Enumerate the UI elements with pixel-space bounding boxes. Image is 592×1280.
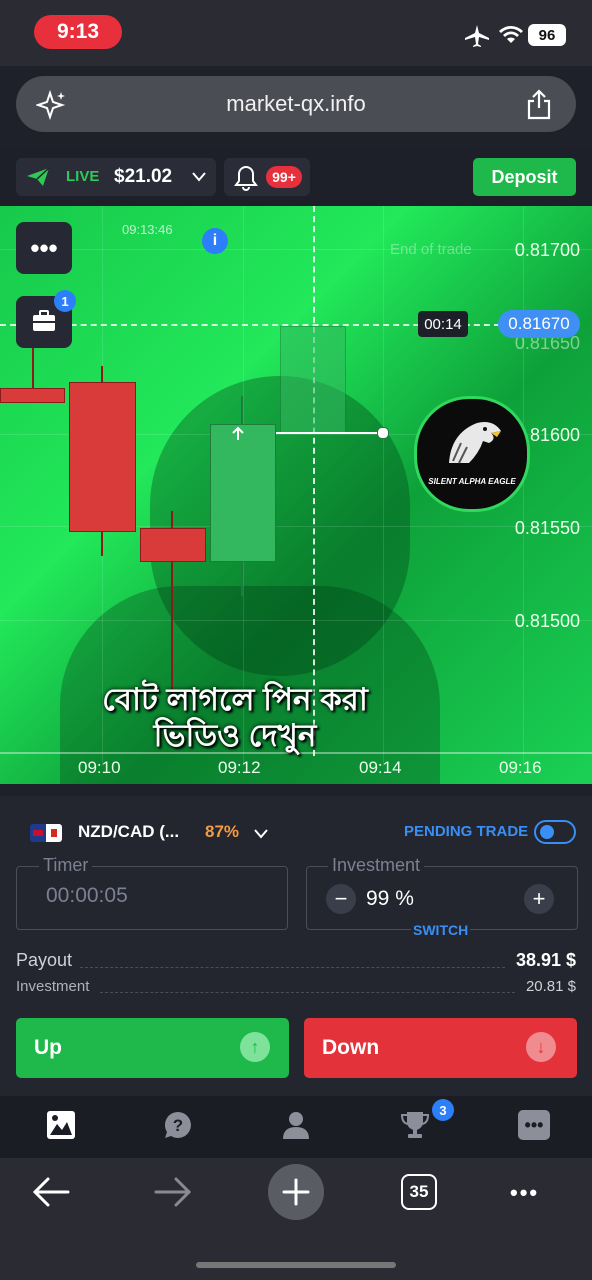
up-label: Up bbox=[34, 1036, 62, 1059]
price-label: 0.81550 bbox=[514, 518, 580, 538]
price-label: 0.81500 bbox=[514, 611, 580, 631]
plus-icon: + bbox=[532, 886, 546, 911]
dotted-leader bbox=[80, 966, 505, 968]
help-icon[interactable]: ? bbox=[163, 1110, 193, 1140]
grid-line bbox=[523, 206, 524, 766]
eagle-logo-watermark: SILENT ALPHA EAGLE bbox=[414, 396, 530, 512]
chevron-down-icon bbox=[254, 829, 268, 839]
time-tick: 09:16 bbox=[499, 758, 542, 777]
toggle-knob bbox=[540, 825, 554, 839]
time-tick: 09:10 bbox=[78, 758, 121, 777]
deposit-button[interactable]: Deposit bbox=[473, 158, 576, 196]
new-tab-button[interactable] bbox=[268, 1164, 324, 1220]
down-button[interactable]: Down ↓ bbox=[304, 1018, 577, 1078]
investment-label: Investment bbox=[328, 855, 425, 876]
price-label: 0.81700 bbox=[514, 240, 580, 260]
tabs-button[interactable]: 35 bbox=[401, 1174, 437, 1210]
svg-text:?: ? bbox=[173, 1116, 183, 1135]
end-of-trade-label: End of trade bbox=[390, 241, 472, 258]
browser-more-icon[interactable]: ••• bbox=[510, 1180, 539, 1206]
timer-value[interactable]: 00:00:05 bbox=[46, 884, 128, 908]
account-selector[interactable]: LIVE $21.02 bbox=[16, 158, 216, 196]
candle-red bbox=[69, 382, 136, 532]
plus-button[interactable]: + bbox=[524, 884, 554, 914]
switch-button[interactable]: SWITCH bbox=[411, 922, 471, 938]
account-mode: LIVE bbox=[66, 168, 100, 185]
url-text[interactable]: market-qx.info bbox=[16, 76, 576, 132]
minus-button[interactable]: − bbox=[326, 884, 356, 914]
notifications-badge: 99+ bbox=[266, 166, 302, 188]
wifi-icon bbox=[499, 26, 523, 43]
pair-name: NZD/CAD (... bbox=[78, 822, 180, 841]
grid-line bbox=[0, 249, 592, 250]
grid-line bbox=[0, 620, 592, 621]
bell-icon bbox=[234, 165, 258, 191]
candle-red bbox=[140, 528, 206, 562]
price-label: 81600 bbox=[529, 425, 580, 445]
plus-icon bbox=[282, 1178, 310, 1206]
trade-point bbox=[377, 427, 389, 439]
more-dots-icon: ••• bbox=[30, 232, 58, 263]
trophy-badge: 3 bbox=[432, 1099, 454, 1121]
share-icon[interactable] bbox=[524, 88, 554, 120]
home-indicator bbox=[196, 1262, 396, 1268]
investment-value[interactable]: 99 % bbox=[366, 887, 414, 911]
eagle-icon bbox=[449, 422, 501, 464]
notifications-button[interactable]: 99+ bbox=[224, 158, 310, 196]
chart-image-icon[interactable] bbox=[46, 1110, 76, 1140]
asset-selector[interactable]: NZD/CAD (... 87% bbox=[30, 820, 274, 848]
subtitle-line: ভিডিও দেখুন bbox=[153, 718, 317, 753]
current-price-tag: 0.81670 bbox=[498, 310, 580, 338]
arrow-down-icon: ↓ bbox=[526, 1032, 556, 1062]
portfolio-badge: 1 bbox=[54, 290, 76, 312]
logo-text: SILENT ALPHA EAGLE bbox=[428, 477, 516, 486]
candle-green bbox=[210, 424, 276, 562]
battery-indicator: 96 bbox=[528, 24, 566, 46]
payout-row-value: 38.91 $ bbox=[515, 950, 576, 970]
trophy-icon[interactable] bbox=[400, 1110, 430, 1140]
forward-arrow-icon[interactable] bbox=[154, 1176, 192, 1208]
subtitle-line: বোট লাগলে পিন করা bbox=[102, 682, 368, 717]
trade-arrow-up-icon bbox=[232, 426, 244, 440]
status-time: 9:13 bbox=[34, 15, 122, 49]
time-tick: 09:12 bbox=[218, 758, 261, 777]
payout-row-label: Payout bbox=[16, 950, 73, 970]
airplane-icon bbox=[465, 25, 489, 47]
down-label: Down bbox=[322, 1036, 380, 1059]
chevron-down-icon bbox=[192, 172, 206, 182]
investment-row-label: Investment bbox=[16, 978, 90, 995]
up-button[interactable]: Up ↑ bbox=[16, 1018, 289, 1078]
info-icon[interactable]: i bbox=[202, 228, 228, 254]
pair-payout-percent: 87% bbox=[205, 822, 240, 841]
more-menu-icon[interactable]: ••• bbox=[518, 1110, 550, 1140]
paper-plane-icon bbox=[27, 167, 50, 186]
candle-green-current bbox=[280, 326, 346, 434]
back-arrow-icon[interactable] bbox=[32, 1176, 70, 1208]
pending-trade-label: PENDING TRADE bbox=[404, 823, 529, 840]
video-subtitle: বোট লাগলে পিন করা ভিডিও দেখুন bbox=[70, 682, 400, 754]
url-bar[interactable]: market-qx.info bbox=[16, 76, 576, 132]
candle-red bbox=[0, 388, 65, 403]
briefcase-icon bbox=[33, 310, 55, 331]
chart-overlay-time: 09:13:46 bbox=[122, 222, 173, 237]
minus-icon: − bbox=[334, 886, 348, 911]
time-tick: 09:14 bbox=[359, 758, 402, 777]
timer-label: Timer bbox=[39, 855, 93, 876]
chart-menu-button[interactable]: ••• bbox=[16, 222, 72, 274]
time-cursor-line bbox=[313, 206, 315, 756]
investment-row-value: 20.81 $ bbox=[525, 978, 576, 995]
account-balance: $21.02 bbox=[114, 166, 173, 187]
profile-icon[interactable] bbox=[281, 1110, 311, 1140]
dotted-leader bbox=[100, 991, 515, 993]
trade-level-line bbox=[276, 432, 384, 434]
expiry-countdown: 00:14 bbox=[418, 311, 468, 337]
arrow-up-icon: ↑ bbox=[240, 1032, 270, 1062]
